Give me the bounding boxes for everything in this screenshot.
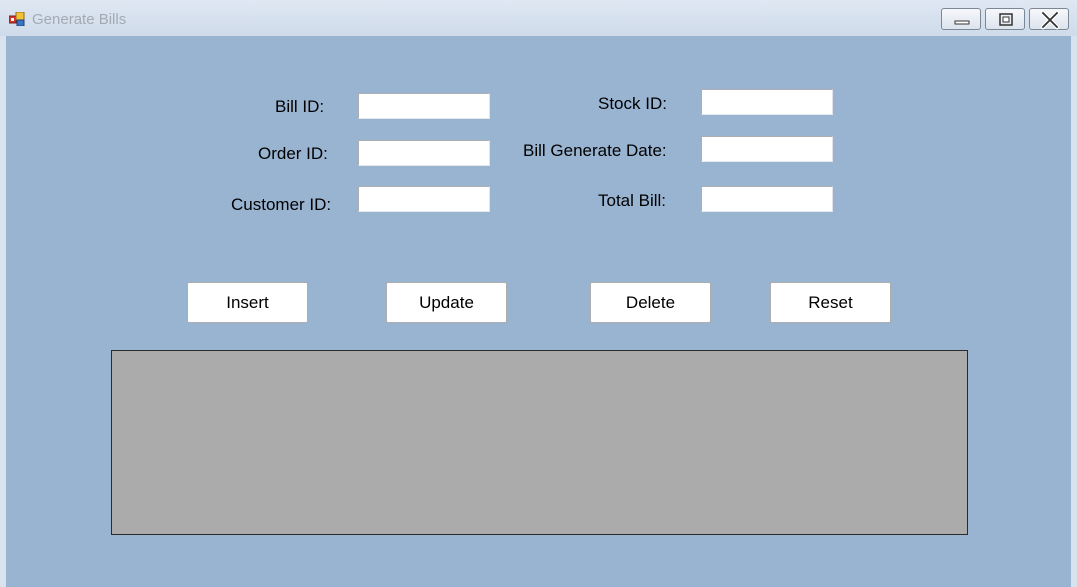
window-title: Generate Bills bbox=[32, 11, 127, 28]
minimize-icon bbox=[954, 20, 970, 25]
reset-button[interactable]: Reset bbox=[770, 282, 891, 323]
bill-generate-date-label: Bill Generate Date: bbox=[523, 141, 667, 160]
stock-id-label: Stock ID: bbox=[598, 94, 667, 113]
minimize-button[interactable] bbox=[941, 8, 981, 30]
insert-button[interactable]: Insert bbox=[187, 282, 308, 323]
total-bill-label: Total Bill: bbox=[598, 191, 667, 210]
maximize-icon bbox=[999, 13, 1013, 26]
close-icon bbox=[1040, 10, 1060, 30]
maximize-button[interactable] bbox=[985, 8, 1025, 30]
title-bar[interactable]: Generate Bills bbox=[0, 0, 1077, 36]
bill-generate-date-input[interactable] bbox=[701, 136, 833, 162]
close-button[interactable] bbox=[1029, 8, 1069, 30]
stock-id-input[interactable] bbox=[701, 89, 833, 115]
customer-id-label: Customer ID: bbox=[231, 195, 332, 214]
bill-id-label: Bill ID: bbox=[275, 97, 325, 116]
customer-id-input[interactable] bbox=[358, 186, 490, 212]
total-bill-input[interactable] bbox=[701, 186, 833, 212]
bill-id-input[interactable] bbox=[358, 93, 490, 119]
bills-data-grid[interactable] bbox=[111, 350, 968, 535]
delete-button[interactable]: Delete bbox=[590, 282, 711, 323]
app-form-icon bbox=[9, 12, 25, 26]
order-id-input[interactable] bbox=[358, 140, 490, 166]
update-button[interactable]: Update bbox=[386, 282, 507, 323]
form-client-area: Bill ID: Order ID: Customer ID: Stock ID… bbox=[6, 36, 1071, 587]
order-id-label: Order ID: bbox=[258, 144, 328, 163]
generate-bills-window: Generate Bills Bill ID: Order ID: Custom… bbox=[0, 0, 1077, 587]
